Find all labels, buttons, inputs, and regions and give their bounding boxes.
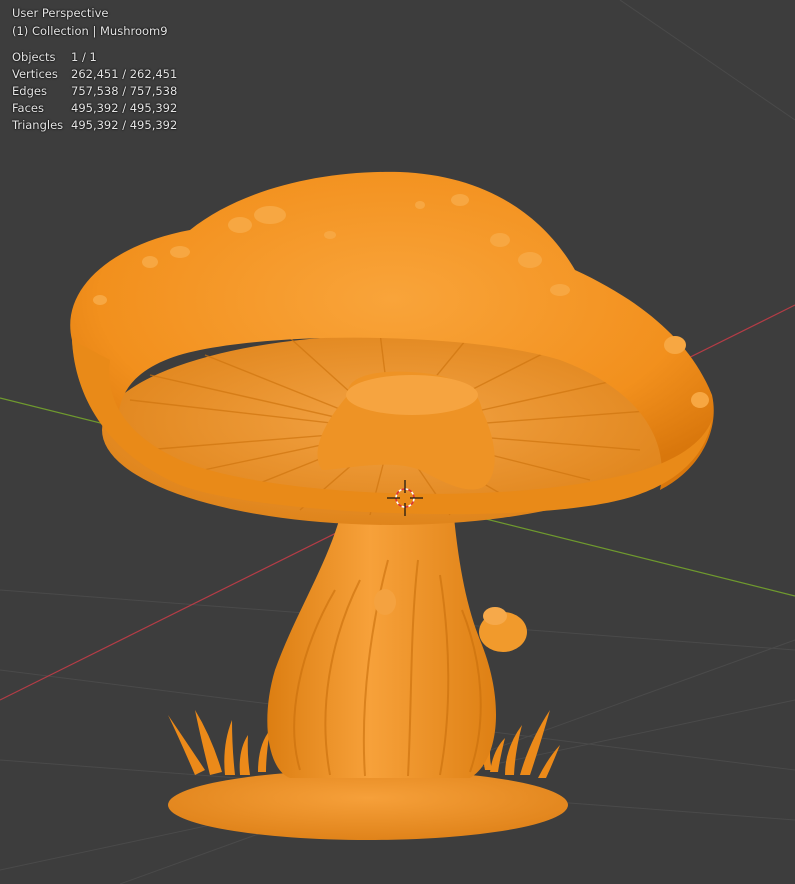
scene-statistics: Objects 1 / 1 Vertices 262,451 / 262,451…	[12, 49, 177, 134]
stat-label: Edges	[12, 84, 47, 98]
small-mushroom-top	[483, 607, 507, 625]
stat-row-vertices: Vertices 262,451 / 262,451	[12, 66, 177, 83]
stat-label: Vertices	[12, 67, 58, 81]
stat-label: Objects	[12, 50, 56, 64]
stat-value: 495,392 / 495,392	[71, 118, 178, 132]
stat-label: Triangles	[12, 118, 64, 132]
3d-viewport[interactable]: User Perspective (1) Collection | Mushro…	[0, 0, 795, 884]
stat-value: 757,538 / 757,538	[71, 84, 178, 98]
stat-row-triangles: Triangles 495,392 / 495,392	[12, 117, 177, 134]
collar-top	[346, 375, 478, 415]
stat-value: 262,451 / 262,451	[71, 67, 178, 81]
viewport-header-info: User Perspective (1) Collection | Mushro…	[12, 4, 168, 40]
stat-value: 1 / 1	[71, 50, 97, 64]
collection-line: (1) Collection | Mushroom9	[12, 24, 168, 38]
mushroom-base[interactable]	[168, 770, 568, 840]
stem-bump	[374, 589, 396, 615]
stat-label: Faces	[12, 101, 44, 115]
stat-value: 495,392 / 495,392	[71, 101, 178, 115]
stat-row-objects: Objects 1 / 1	[12, 49, 177, 66]
stat-row-faces: Faces 495,392 / 495,392	[12, 100, 177, 117]
view-name: User Perspective	[12, 6, 109, 20]
stat-row-edges: Edges 757,538 / 757,538	[12, 83, 177, 100]
